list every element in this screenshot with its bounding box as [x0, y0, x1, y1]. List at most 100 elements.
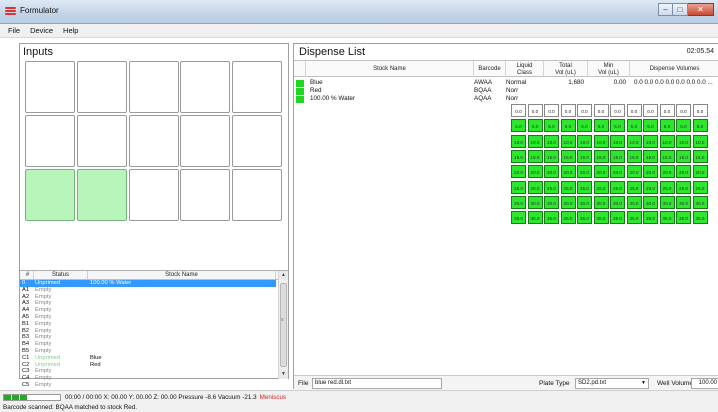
- well-volume-cell[interactable]: 25.0: [544, 180, 559, 194]
- input-list-item[interactable]: B1 Empty: [20, 321, 276, 328]
- well-volume-cell[interactable]: 35.0: [511, 211, 526, 225]
- input-slot[interactable]: [232, 115, 283, 167]
- well-volume-cell[interactable]: 25.0: [511, 180, 526, 194]
- well-volume-cell[interactable]: 30.0: [659, 195, 675, 209]
- well-volume-cell[interactable]: 15.0: [676, 149, 691, 163]
- dispense-row[interactable]: Blue AWAA Normal 1,680 0.00 0.0 0.0 0.0 …: [294, 79, 718, 87]
- well-volume-cell[interactable]: 0.0: [676, 104, 691, 117]
- input-list-item[interactable]: A4 Empty: [20, 307, 276, 314]
- well-volume-input[interactable]: 100.00: [691, 378, 718, 389]
- input-slot[interactable]: [180, 115, 231, 167]
- plate-type-select[interactable]: SD2.pd.txt ▼: [575, 378, 649, 389]
- well-volume-cell[interactable]: 25.0: [659, 180, 675, 194]
- well-volume-cell[interactable]: 30.0: [593, 195, 609, 209]
- input-list-item[interactable]: C2 Unprimed Red: [20, 362, 276, 369]
- well-volume-cell[interactable]: 35.0: [544, 211, 559, 225]
- well-volume-cell[interactable]: 30.0: [544, 195, 559, 209]
- well-volume-cell[interactable]: 0.0: [659, 104, 675, 117]
- well-volume-cell[interactable]: 25.0: [676, 180, 691, 194]
- input-slot[interactable]: [180, 169, 231, 221]
- input-list-item[interactable]: B4 Empty: [20, 341, 276, 348]
- well-volume-cell[interactable]: 15.0: [593, 149, 609, 163]
- well-volume-cell[interactable]: 35.0: [626, 211, 642, 225]
- well-volume-cell[interactable]: 0.0: [593, 104, 609, 117]
- input-list-item[interactable]: B5 Empty: [20, 348, 276, 355]
- input-slot[interactable]: [128, 169, 179, 221]
- well-volume-cell[interactable]: 35.0: [676, 211, 691, 225]
- well-volume-cell[interactable]: 30.0: [610, 195, 625, 209]
- input-slot[interactable]: [25, 169, 75, 221]
- input-list-item[interactable]: A2 Empty: [20, 294, 276, 301]
- file-input[interactable]: blue red.dl.txt: [312, 378, 442, 389]
- well-volume-cell[interactable]: 0.0: [692, 104, 708, 117]
- well-volume-cell[interactable]: 25.0: [692, 180, 708, 194]
- well-volume-cell[interactable]: 10.0: [643, 134, 658, 148]
- col-header-stock[interactable]: Stock Name: [306, 61, 474, 77]
- well-volume-cell[interactable]: 30.0: [560, 195, 576, 209]
- well-volume-cell[interactable]: 25.0: [643, 180, 658, 194]
- well-volume-cell[interactable]: 0.0: [643, 104, 658, 117]
- well-volume-cell[interactable]: 20.0: [577, 165, 592, 179]
- well-volume-cell[interactable]: 35.0: [643, 211, 658, 225]
- col-header-liquid-class[interactable]: Liquid Class: [506, 61, 544, 77]
- col-header-barcode[interactable]: Barcode: [474, 61, 506, 77]
- well-volume-cell[interactable]: 10.0: [577, 134, 592, 148]
- input-list-item[interactable]: B3 Empty: [20, 334, 276, 341]
- input-list-item[interactable]: C5 Empty: [20, 382, 276, 389]
- input-list-item[interactable]: A3 Empty: [20, 300, 276, 307]
- well-volume-cell[interactable]: 30.0: [527, 195, 543, 209]
- input-list-item[interactable]: C3 Empty: [20, 368, 276, 375]
- well-volume-cell[interactable]: 15.0: [610, 149, 625, 163]
- scroll-down-icon[interactable]: ▼: [279, 370, 288, 379]
- well-volume-cell[interactable]: 10.0: [560, 134, 576, 148]
- well-volume-cell[interactable]: 10.0: [511, 134, 526, 148]
- well-volume-cell[interactable]: 0.0: [544, 104, 559, 117]
- well-volume-cell[interactable]: 5.0: [626, 119, 642, 133]
- well-volume-cell[interactable]: 10.0: [610, 134, 625, 148]
- well-volume-cell[interactable]: 30.0: [643, 195, 658, 209]
- well-volume-cell[interactable]: 0.0: [610, 104, 625, 117]
- well-volume-cell[interactable]: 30.0: [692, 195, 708, 209]
- well-volume-cell[interactable]: 10.0: [692, 134, 708, 148]
- well-volume-cell[interactable]: 15.0: [511, 149, 526, 163]
- well-volume-cell[interactable]: 25.0: [610, 180, 625, 194]
- well-volume-cell[interactable]: 5.0: [676, 119, 691, 133]
- well-volume-cell[interactable]: 30.0: [626, 195, 642, 209]
- input-list-item[interactable]: A1 Empty: [20, 287, 276, 294]
- dispense-row[interactable]: Red BQAA Norr: [294, 87, 718, 95]
- well-volume-cell[interactable]: 35.0: [577, 211, 592, 225]
- scroll-thumb[interactable]: [280, 283, 287, 367]
- menu-file[interactable]: File: [4, 24, 26, 37]
- input-slot[interactable]: [128, 61, 179, 113]
- well-volume-cell[interactable]: 35.0: [527, 211, 543, 225]
- well-volume-cell[interactable]: 15.0: [577, 149, 592, 163]
- well-volume-cell[interactable]: 25.0: [626, 180, 642, 194]
- well-volume-cell[interactable]: 20.0: [511, 165, 526, 179]
- well-volume-cell[interactable]: 15.0: [560, 149, 576, 163]
- well-volume-cell[interactable]: 5.0: [544, 119, 559, 133]
- input-slot[interactable]: [76, 115, 127, 167]
- well-volume-cell[interactable]: 10.0: [676, 134, 691, 148]
- well-volume-cell[interactable]: 25.0: [577, 180, 592, 194]
- well-volume-cell[interactable]: 15.0: [626, 149, 642, 163]
- well-volume-cell[interactable]: 35.0: [593, 211, 609, 225]
- well-volume-cell[interactable]: 20.0: [692, 165, 708, 179]
- input-slot[interactable]: [76, 169, 127, 221]
- col-header-id[interactable]: #: [20, 271, 34, 279]
- well-volume-cell[interactable]: 20.0: [643, 165, 658, 179]
- well-volume-cell[interactable]: 10.0: [626, 134, 642, 148]
- well-volume-cell[interactable]: 15.0: [643, 149, 658, 163]
- well-volume-cell[interactable]: 20.0: [593, 165, 609, 179]
- well-volume-cell[interactable]: 30.0: [511, 195, 526, 209]
- well-volume-cell[interactable]: 15.0: [544, 149, 559, 163]
- well-volume-cell[interactable]: 15.0: [527, 149, 543, 163]
- well-volume-cell[interactable]: 10.0: [544, 134, 559, 148]
- menu-help[interactable]: Help: [59, 24, 84, 37]
- well-volume-cell[interactable]: 5.0: [560, 119, 576, 133]
- well-volume-cell[interactable]: 0.0: [511, 104, 526, 117]
- input-slot[interactable]: [232, 169, 283, 221]
- well-volume-cell[interactable]: 0.0: [626, 104, 642, 117]
- well-volume-cell[interactable]: 35.0: [692, 211, 708, 225]
- well-volume-cell[interactable]: 20.0: [676, 165, 691, 179]
- maximize-button[interactable]: □: [673, 3, 688, 16]
